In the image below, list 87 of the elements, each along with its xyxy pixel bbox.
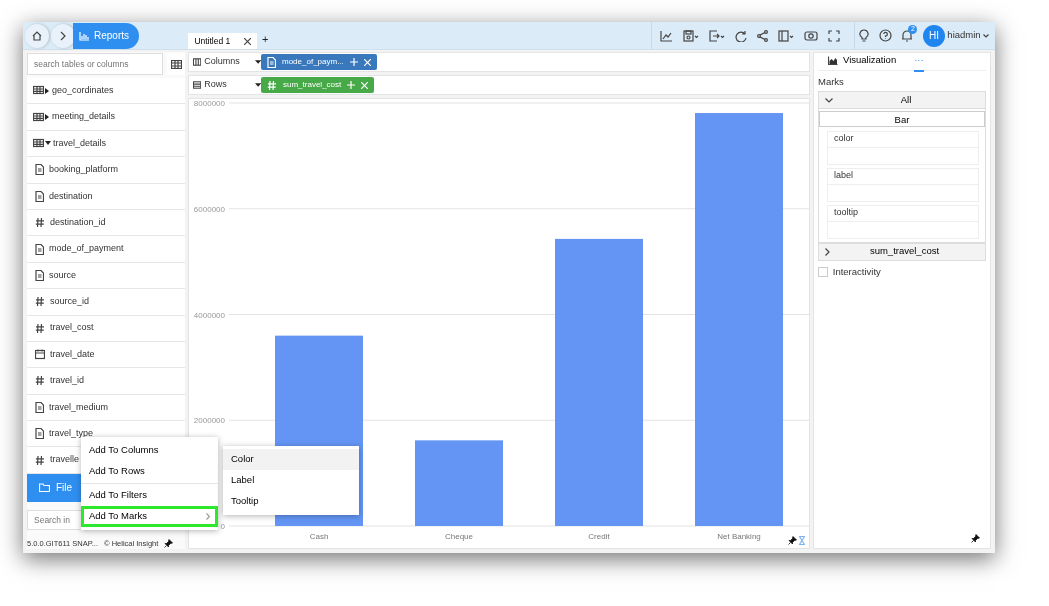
hash-icon — [35, 217, 45, 229]
y-tick-label: 8000000 — [193, 99, 225, 108]
report-tab[interactable]: Untitled 1 — [188, 33, 258, 49]
x-tick-label: Credit — [588, 532, 610, 541]
panel-tab[interactable]: ··· — [914, 53, 924, 72]
tree-item[interactable]: destination_id — [27, 209, 185, 237]
document-icon — [35, 190, 44, 202]
search-field[interactable]: search tables or columns — [27, 53, 163, 75]
caret-down-icon[interactable] — [983, 33, 989, 38]
bell-icon[interactable] — [901, 29, 914, 42]
chart-type-button[interactable]: Bar — [819, 111, 985, 128]
hash-icon — [35, 454, 45, 466]
table-icon — [33, 111, 44, 123]
marks-drop-zone[interactable]: color — [827, 130, 979, 165]
grid-icon — [170, 59, 182, 69]
y-tick-label: 0 — [220, 522, 225, 531]
y-tick-label: 4000000 — [193, 310, 225, 320]
folder-icon — [39, 483, 50, 493]
chevron-right-icon — [206, 513, 210, 520]
accordion-header[interactable]: All — [818, 91, 986, 110]
checkbox[interactable] — [818, 267, 828, 278]
pin-icon[interactable] — [787, 536, 797, 545]
menu-item[interactable]: Add To Rows — [81, 461, 218, 482]
tree-item[interactable]: geo_cordinates — [27, 78, 185, 105]
hash-icon — [35, 375, 45, 387]
document-icon — [35, 269, 44, 281]
tree-item[interactable]: travel_cost — [27, 315, 185, 342]
chevron-down-icon — [825, 97, 833, 103]
chevron-right-icon — [825, 247, 830, 256]
x-tick-label: Cheque — [445, 532, 473, 541]
tree-item[interactable]: meeting_details — [27, 104, 185, 131]
menu-item[interactable]: Tooltip — [223, 491, 359, 512]
home-icon — [31, 29, 43, 42]
help-icon[interactable] — [878, 29, 892, 42]
lightbulb-icon[interactable] — [859, 29, 870, 42]
panel-tab[interactable]: Visualization — [828, 53, 897, 72]
menu-item[interactable]: Add To Filters — [81, 485, 218, 506]
line-chart-icon[interactable] — [659, 29, 673, 42]
tree-item[interactable]: travel_medium — [27, 394, 185, 422]
y-tick-label: 6000000 — [193, 204, 225, 214]
area-chart-icon — [828, 56, 838, 65]
fullscreen-icon[interactable] — [827, 29, 840, 42]
hash-icon — [35, 296, 45, 308]
share-icon[interactable] — [756, 29, 768, 42]
tree-item[interactable]: travel_details — [27, 130, 185, 158]
user-name[interactable]: hiadmin — [947, 28, 981, 43]
tree-item[interactable]: source — [27, 262, 185, 290]
table-icon — [33, 85, 44, 97]
tree-item[interactable]: mode_of_payment — [27, 236, 185, 263]
view-icon[interactable] — [803, 29, 818, 42]
document-icon — [35, 401, 44, 413]
y-tick-label: 2000000 — [193, 416, 225, 426]
close-icon[interactable] — [244, 37, 252, 45]
refresh-icon[interactable] — [734, 29, 747, 42]
marks-drop-zone[interactable]: label — [827, 167, 979, 202]
tree-item[interactable]: destination — [27, 183, 185, 210]
export-icon[interactable] — [708, 29, 725, 42]
chevron-button[interactable] — [51, 23, 75, 48]
pin-icon[interactable] — [971, 534, 980, 543]
home-button[interactable] — [25, 23, 49, 48]
x-tick-label: Cash — [309, 532, 329, 541]
x-tick-label: Net Banking — [717, 532, 761, 541]
pin-icon[interactable] — [164, 539, 174, 548]
grid-button[interactable] — [167, 53, 185, 75]
tree-item[interactable]: travel_date — [27, 341, 185, 369]
chevron-right-icon — [59, 30, 67, 41]
menu-item[interactable]: Color — [223, 449, 359, 470]
tree-item[interactable]: booking_platform — [27, 157, 185, 184]
marks-drop-zone[interactable]: tooltip — [827, 204, 979, 239]
menu-item[interactable]: Label — [223, 470, 359, 491]
document-icon — [35, 164, 44, 176]
menu-item[interactable]: Add To Columns — [81, 440, 218, 461]
bar-chart-icon — [79, 30, 90, 41]
save-icon[interactable] — [682, 29, 699, 42]
table-icon — [33, 137, 44, 149]
layout-icon[interactable] — [777, 29, 794, 42]
document-icon — [35, 243, 44, 255]
add-tab-button[interactable]: + — [262, 34, 269, 45]
marks-title: Marks — [818, 75, 845, 89]
user-avatar[interactable]: HI — [922, 24, 945, 47]
document-icon — [35, 428, 44, 440]
hash-icon — [35, 322, 45, 334]
tree-item[interactable]: travel_id — [27, 368, 185, 395]
menu-item[interactable]: Add To Marks — [81, 506, 218, 527]
checkbox-label: Interactivity — [832, 265, 881, 280]
calendar-icon — [35, 349, 45, 361]
tree-item[interactable]: source_id — [27, 289, 185, 316]
